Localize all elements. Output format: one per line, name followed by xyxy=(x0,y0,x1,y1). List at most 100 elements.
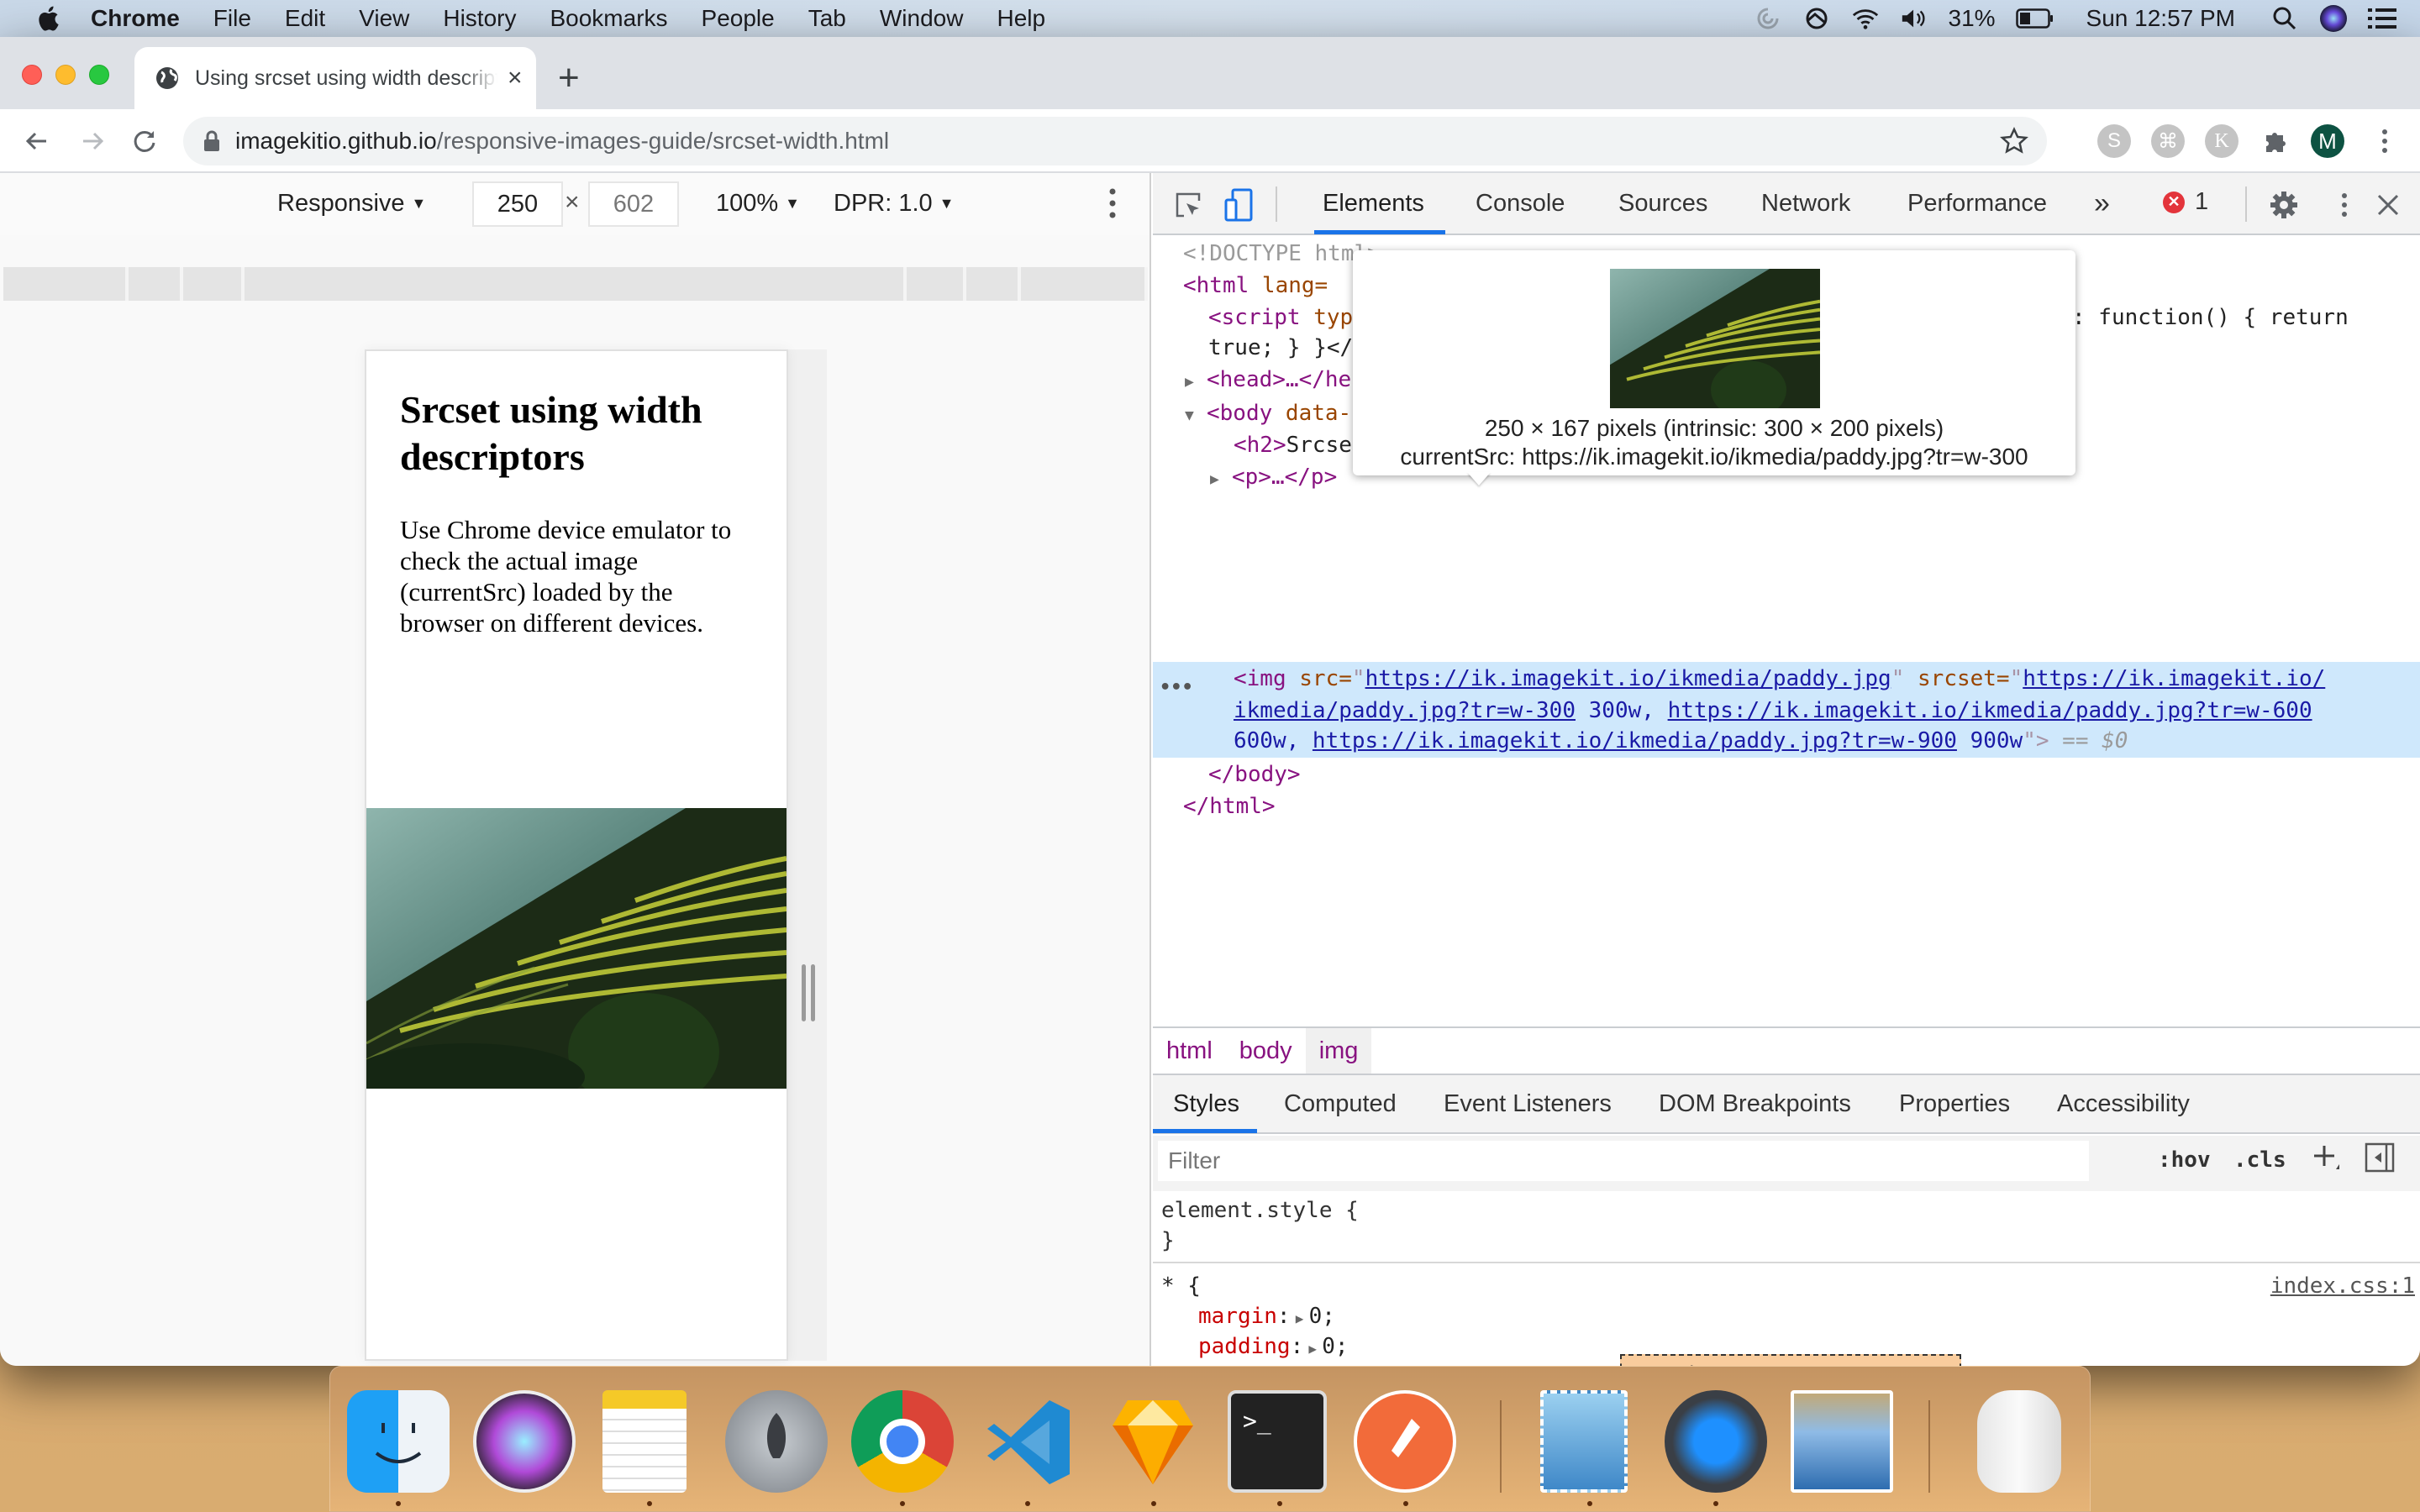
dock-sketch-icon[interactable] xyxy=(1102,1390,1204,1493)
class-toggle[interactable]: .cls xyxy=(2233,1147,2286,1173)
more-tabs-button[interactable]: » xyxy=(2094,173,2110,234)
device-toolbar-more-icon[interactable] xyxy=(1107,186,1118,220)
tab-console[interactable]: Console xyxy=(1476,173,1565,234)
lock-icon[interactable] xyxy=(203,130,220,152)
media-query-bar[interactable] xyxy=(3,267,1149,301)
siri-icon[interactable] xyxy=(2319,4,2348,33)
srcset-link-600[interactable]: https://ik.imagekit.io/ikmedia/paddy.jpg… xyxy=(1668,698,2312,723)
media-query-segment[interactable] xyxy=(969,267,1021,301)
viewport-width-resize-handle[interactable] xyxy=(802,964,815,1021)
menu-people[interactable]: People xyxy=(702,5,775,32)
dock-preview-icon[interactable] xyxy=(1791,1390,1893,1493)
reload-button[interactable] xyxy=(128,124,161,158)
extension-k-icon[interactable]: K xyxy=(2205,124,2238,158)
dock-mail-icon[interactable] xyxy=(1540,1390,1628,1493)
menu-history[interactable]: History xyxy=(443,5,516,32)
stylesheet-source-link[interactable]: index.css:1 xyxy=(2270,1272,2415,1300)
expand-shorthand-icon[interactable]: ▶ xyxy=(1291,1305,1309,1333)
extension-s-icon[interactable]: S xyxy=(2097,124,2131,158)
bookmark-star-icon[interactable] xyxy=(2000,127,2028,155)
settings-gear-icon[interactable] xyxy=(2267,188,2301,222)
dom-node-img[interactable]: <img src="https://ik.imagekit.io/ikmedia… xyxy=(1234,664,2420,694)
volume-icon[interactable] xyxy=(1900,4,1928,33)
inspect-element-icon[interactable] xyxy=(1171,188,1205,222)
dom-node-body-close[interactable]: </body> xyxy=(1208,759,2420,790)
dock-vscode-icon[interactable] xyxy=(977,1390,1080,1493)
styles-filter-input[interactable] xyxy=(1158,1141,2089,1181)
srcset-link-300-part2[interactable]: ikmedia/paddy.jpg?tr=w-300 xyxy=(1234,698,1576,723)
sync-icon[interactable] xyxy=(1754,4,1782,33)
media-query-segment[interactable] xyxy=(132,267,183,301)
media-query-segment[interactable] xyxy=(1023,267,1149,301)
profile-avatar[interactable]: M xyxy=(2311,124,2344,158)
expand-shorthand-icon[interactable]: ▶ xyxy=(1303,1335,1322,1363)
media-query-segment[interactable] xyxy=(247,267,908,301)
error-count-badge[interactable]: ✕ 1 xyxy=(2163,188,2208,216)
dock-terminal-icon[interactable]: >_ xyxy=(1228,1390,1327,1493)
vpn-icon[interactable] xyxy=(1802,4,1831,33)
toggle-sidebar-icon[interactable] xyxy=(2365,1142,2395,1179)
expand-triangle-icon[interactable]: ▶ xyxy=(1185,367,1207,397)
new-style-rule-icon[interactable] xyxy=(2311,1141,2341,1180)
forward-button[interactable] xyxy=(76,124,109,158)
tab-performance[interactable]: Performance xyxy=(1907,173,2047,234)
style-declaration[interactable]: margin: ▶ 0; xyxy=(1198,1302,1335,1331)
notification-center-icon[interactable] xyxy=(2368,4,2396,33)
window-close-button[interactable] xyxy=(22,65,42,85)
browser-tab-active[interactable]: Using srcset using width descriptors × xyxy=(134,47,536,109)
menu-view[interactable]: View xyxy=(359,5,409,32)
subtab-properties[interactable]: Properties xyxy=(1899,1075,2010,1132)
emulator-height-input[interactable] xyxy=(588,181,679,227)
device-toolbar-toggle-icon[interactable] xyxy=(1222,188,1255,222)
back-button[interactable] xyxy=(20,124,54,158)
dock-finder-icon[interactable] xyxy=(347,1390,450,1493)
subtab-dom-breakpoints[interactable]: DOM Breakpoints xyxy=(1659,1075,1851,1132)
dock-trash-icon[interactable] xyxy=(1977,1390,2061,1493)
img-src-link[interactable]: https://ik.imagekit.io/ikmedia/paddy.jpg xyxy=(1365,666,1891,691)
dpr-select[interactable]: DPR: 1.0 ▼ xyxy=(834,190,955,218)
devtools-more-icon[interactable] xyxy=(2328,188,2361,222)
node-actions-ellipsis[interactable]: ••• xyxy=(1160,677,1193,698)
close-devtools-icon[interactable] xyxy=(2371,188,2405,222)
tab-close-icon[interactable]: × xyxy=(508,64,523,92)
style-declaration[interactable]: padding: ▶ 0; xyxy=(1198,1332,1349,1361)
breadcrumb-img[interactable]: img xyxy=(1305,1028,1372,1074)
tab-network[interactable]: Network xyxy=(1761,173,1850,234)
wifi-icon[interactable] xyxy=(1851,4,1880,33)
element-style-selector[interactable]: element.style { xyxy=(1161,1196,1359,1225)
menu-app-name[interactable]: Chrome xyxy=(91,5,180,32)
breadcrumb-body[interactable]: body xyxy=(1226,1028,1306,1074)
window-zoom-button[interactable] xyxy=(89,65,109,85)
clock[interactable]: Sun 12:57 PM xyxy=(2086,5,2235,32)
dock-chrome-icon[interactable] xyxy=(851,1390,954,1493)
menu-edit[interactable]: Edit xyxy=(285,5,325,32)
media-query-segment[interactable] xyxy=(3,267,129,301)
apple-logo-icon[interactable] xyxy=(35,4,60,33)
spotlight-icon[interactable] xyxy=(2270,4,2299,33)
menu-tab[interactable]: Tab xyxy=(808,5,846,32)
collapse-triangle-icon[interactable]: ▼ xyxy=(1185,401,1207,431)
dock-launchpad-icon[interactable] xyxy=(725,1390,828,1493)
address-bar[interactable]: imagekitio.github.io/responsive-images-g… xyxy=(183,117,2047,165)
box-model-margin-value[interactable]: - xyxy=(1786,1359,1793,1366)
menu-file[interactable]: File xyxy=(213,5,251,32)
zoom-select[interactable]: 100% ▼ xyxy=(716,190,800,218)
subtab-accessibility[interactable]: Accessibility xyxy=(2057,1075,2190,1132)
battery-icon[interactable] xyxy=(2015,4,2054,33)
expand-triangle-icon[interactable]: ▶ xyxy=(1210,465,1232,495)
style-rule-universal[interactable]: * { index.css:1 margin:▶0; padding:▶0; b… xyxy=(1153,1263,2420,1366)
subtab-computed[interactable]: Computed xyxy=(1284,1075,1397,1132)
menu-bookmarks[interactable]: Bookmarks xyxy=(550,5,667,32)
universal-selector[interactable]: * { xyxy=(1161,1272,1201,1300)
emulator-width-input[interactable] xyxy=(472,181,563,227)
extensions-puzzle-icon[interactable] xyxy=(2259,124,2292,158)
srcset-link-300-part1[interactable]: https://ik.imagekit.io/ xyxy=(2023,666,2325,691)
media-query-segment[interactable] xyxy=(187,267,245,301)
breadcrumb-html[interactable]: html xyxy=(1153,1028,1226,1074)
subtab-event-listeners[interactable]: Event Listeners xyxy=(1444,1075,1612,1132)
subtab-styles[interactable]: Styles xyxy=(1173,1075,1239,1132)
window-minimize-button[interactable] xyxy=(55,65,76,85)
dock-siri-icon[interactable] xyxy=(473,1390,576,1493)
menu-window[interactable]: Window xyxy=(880,5,964,32)
tab-sources[interactable]: Sources xyxy=(1618,173,1707,234)
